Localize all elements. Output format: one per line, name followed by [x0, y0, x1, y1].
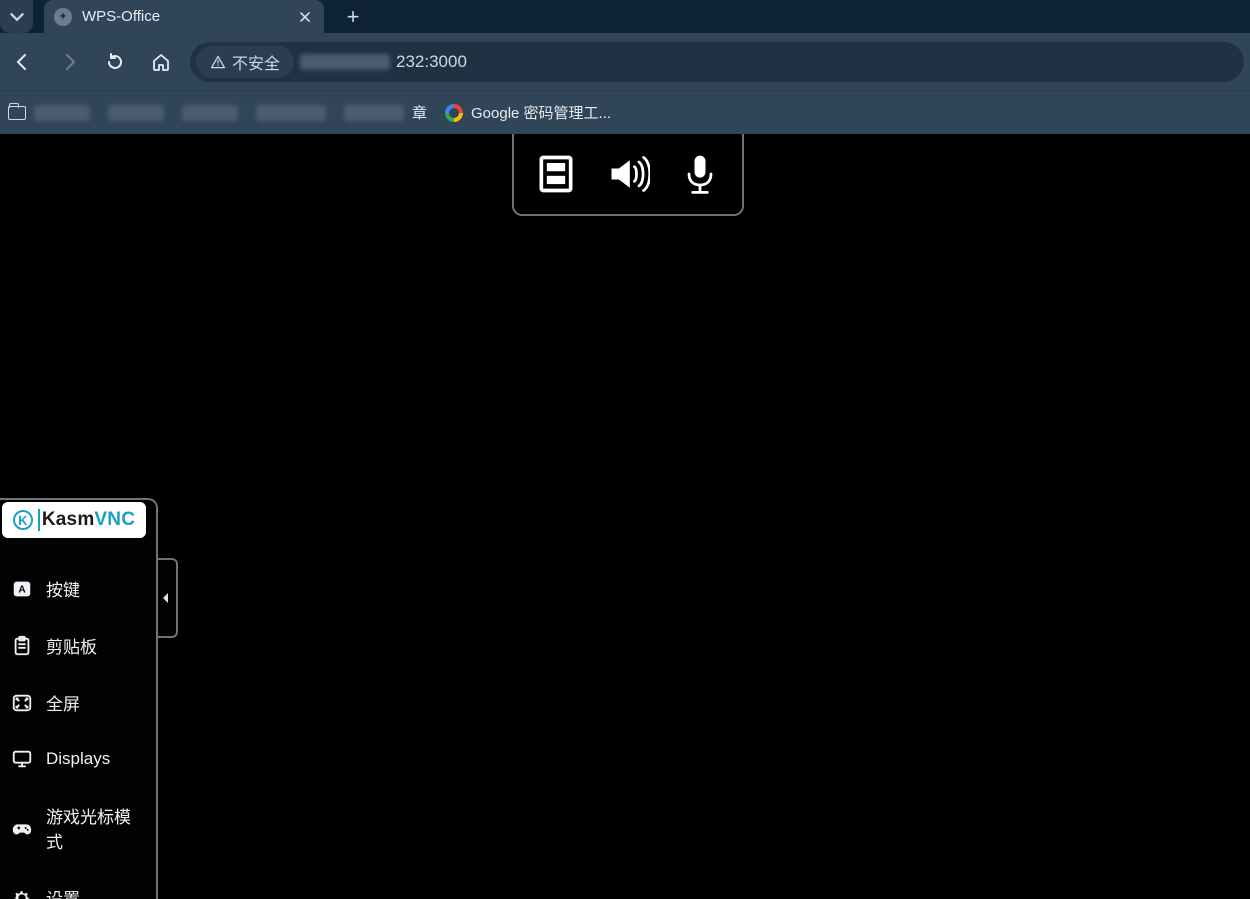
tab-close-button[interactable]	[296, 8, 314, 26]
new-tab-button[interactable]: +	[336, 0, 370, 33]
tab-favicon: ✦	[54, 8, 72, 26]
bookmark-redacted: xxxx	[34, 105, 90, 121]
file-cabinet-icon	[534, 152, 578, 196]
warning-icon	[210, 54, 226, 70]
sidebar-item-label: 设置	[46, 885, 80, 899]
sidebar-item-gamecursor[interactable]: 游戏光标模式	[0, 787, 156, 869]
bookmark-redacted: xxxx	[344, 105, 404, 121]
tab-title: WPS-Office	[82, 8, 286, 25]
sidebar-item-clipboard[interactable]: 剪贴板	[0, 617, 156, 674]
tab-strip: ✦ WPS-Office +	[0, 0, 1250, 33]
sidebar-item-keys[interactable]: A 按键	[0, 560, 156, 617]
bookmark-google-passwords[interactable]: Google 密码管理工...	[445, 102, 611, 123]
url-visible-tail: 232:3000	[396, 52, 467, 72]
sidebar-item-label: 全屏	[46, 690, 80, 715]
file-manager-button[interactable]	[528, 146, 584, 202]
gear-icon	[10, 886, 34, 899]
forward-button[interactable]	[52, 45, 86, 79]
audio-button[interactable]	[600, 146, 656, 202]
microphone-button[interactable]	[672, 146, 728, 202]
microphone-icon	[678, 152, 722, 196]
logo-text-vnc: VNC	[94, 509, 135, 531]
clipboard-icon	[10, 634, 34, 658]
sidebar-item-label: Displays	[46, 749, 110, 769]
bookmark-item[interactable]: xxxx	[182, 105, 238, 121]
svg-text:A: A	[18, 584, 26, 595]
bookmarks-bar: xxxx xxxx xxxx xxxxx xxxx 章 Google 密码管理工…	[0, 90, 1250, 134]
security-chip[interactable]: 不安全	[196, 46, 294, 78]
keyboard-key-icon: A	[10, 577, 34, 601]
browser-tab[interactable]: ✦ WPS-Office	[44, 0, 324, 33]
bookmark-label-suffix: 章	[412, 102, 427, 123]
chevron-left-icon	[161, 592, 171, 604]
sidebar-item-displays[interactable]: Displays	[0, 731, 156, 787]
kasm-sidebar: K KasmVNC A 按键 剪贴板 全屏	[0, 498, 158, 899]
sidebar-collapse-handle[interactable]	[156, 558, 178, 638]
fullscreen-icon	[10, 691, 34, 715]
kasm-badge-icon: K	[13, 510, 33, 530]
sidebar-item-fullscreen[interactable]: 全屏	[0, 674, 156, 731]
folder-icon	[8, 106, 26, 120]
address-bar[interactable]: 不安全 xxxxxxxx 232:3000	[190, 42, 1244, 82]
bookmark-folder[interactable]: xxxx	[8, 105, 90, 121]
sidebar-item-label: 剪贴板	[46, 633, 97, 658]
logo-text-kasm: Kasm	[42, 509, 95, 531]
home-button[interactable]	[144, 45, 178, 79]
url-redacted: xxxxxxxx	[300, 54, 390, 70]
bookmark-redacted: xxxx	[108, 105, 164, 121]
monitor-icon	[10, 747, 34, 771]
sidebar-item-label: 游戏光标模式	[46, 803, 146, 853]
vnc-viewport[interactable]: K KasmVNC A 按键 剪贴板 全屏	[0, 134, 1250, 899]
browser-toolbar: 不安全 xxxxxxxx 232:3000	[0, 33, 1250, 90]
sidebar-item-label: 按键	[46, 576, 80, 601]
sidebar-menu: A 按键 剪贴板 全屏 Displays	[0, 556, 156, 899]
security-label: 不安全	[232, 50, 280, 74]
gamepad-icon	[10, 816, 34, 840]
bookmark-item[interactable]: xxxx	[108, 105, 164, 121]
bookmark-redacted: xxxx	[182, 105, 238, 121]
sidebar-item-settings[interactable]: 设置	[0, 869, 156, 899]
bookmark-label: Google 密码管理工...	[471, 102, 611, 123]
bookmark-item[interactable]: xxxx 章	[344, 102, 427, 123]
speaker-icon	[606, 152, 650, 196]
kasmvnc-logo: K KasmVNC	[2, 502, 146, 538]
tabs-dropdown-button[interactable]	[0, 0, 33, 33]
back-button[interactable]	[6, 45, 40, 79]
reload-button[interactable]	[98, 45, 132, 79]
kasm-top-toolbar	[512, 134, 744, 216]
google-icon	[445, 104, 463, 122]
bookmark-redacted: xxxxx	[256, 105, 326, 121]
bookmark-item[interactable]: xxxxx	[256, 105, 326, 121]
